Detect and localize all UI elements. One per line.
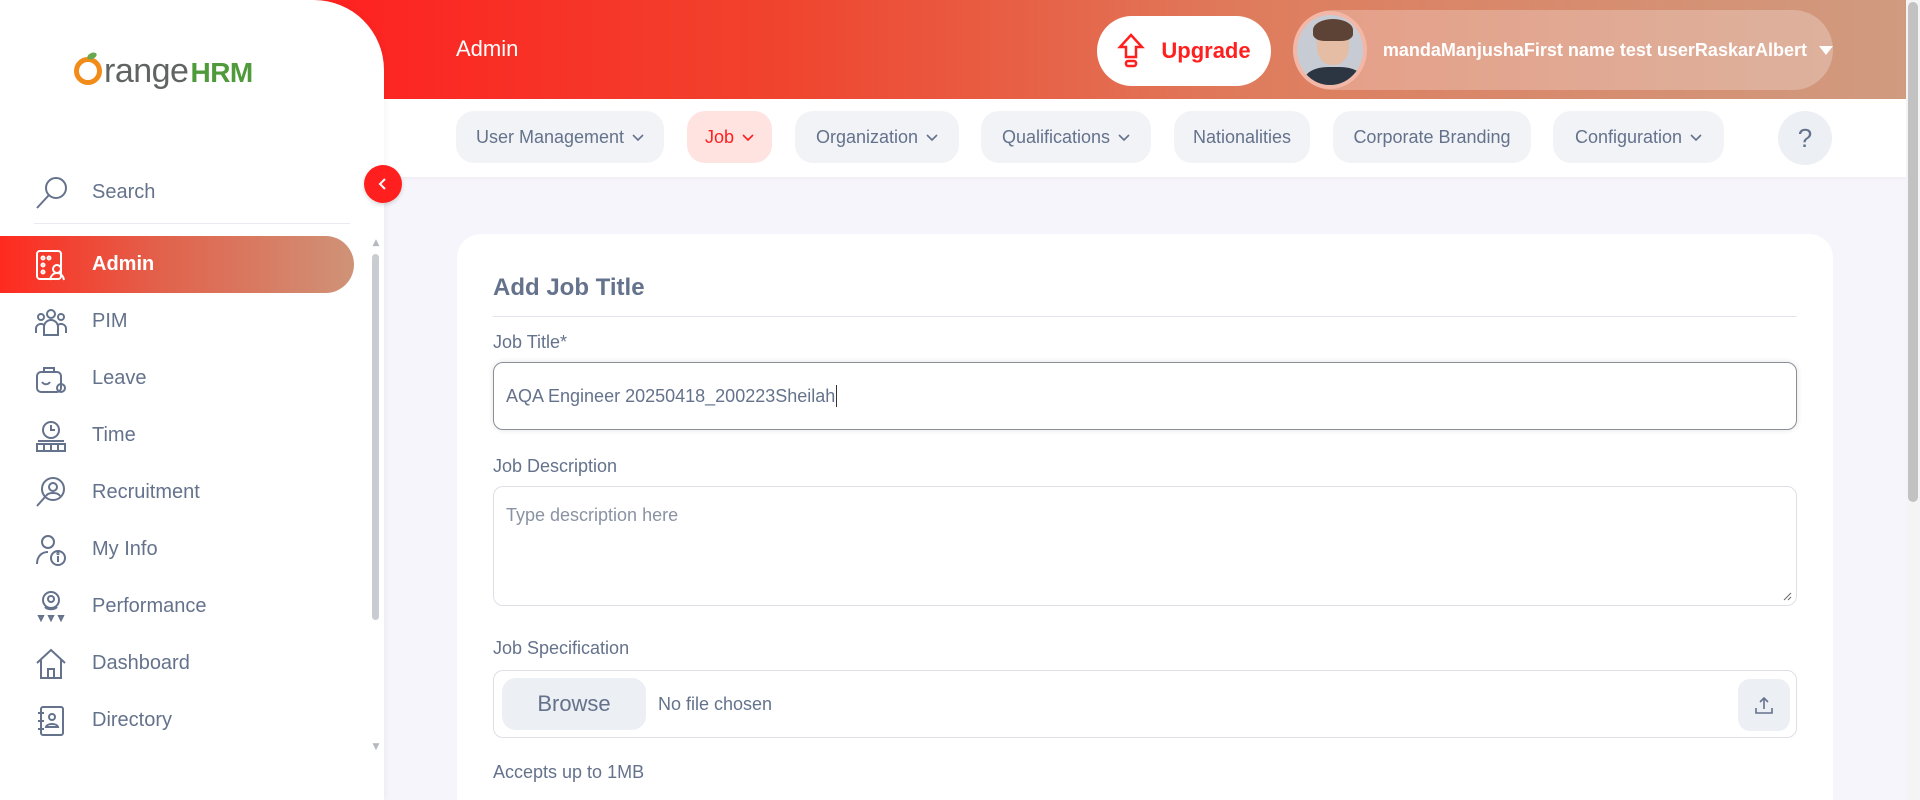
- upgrade-arrow-icon: [1117, 33, 1146, 68]
- sidebar-scrollbar[interactable]: [372, 254, 379, 620]
- tab-nationalities[interactable]: Nationalities: [1174, 111, 1310, 163]
- resize-grip-icon[interactable]: [1782, 591, 1792, 601]
- tab-label: Corporate Branding: [1353, 126, 1511, 147]
- tab-label: Job: [704, 126, 735, 147]
- chevron-down-icon: [742, 134, 754, 142]
- orange-logo-icon: [74, 56, 102, 85]
- sidebar-item-label: My Info: [92, 538, 158, 560]
- sidebar-item-label: Time: [92, 424, 136, 446]
- job-title-value: AQA Engineer 20250418_200223Sheilah: [506, 385, 836, 406]
- time-icon: [36, 420, 66, 452]
- performance-icon: [37, 590, 65, 622]
- directory-icon: [38, 705, 64, 736]
- sidebar: range HRM Search Admin PIM Leave Time Re…: [0, 0, 384, 800]
- no-file-label: No file chosen: [658, 693, 773, 714]
- main-menu: Admin PIM Leave Time Recruitment My Info…: [0, 236, 370, 749]
- page-scrollbar[interactable]: [1908, 2, 1918, 502]
- sidebar-item-time[interactable]: Time: [0, 407, 370, 464]
- sidebar-item-pim[interactable]: PIM: [0, 293, 370, 350]
- sidebar-collapse-button[interactable]: [364, 165, 402, 203]
- sidebar-item-label: Dashboard: [92, 652, 190, 674]
- sidebar-item-recruitment[interactable]: Recruitment: [0, 464, 370, 521]
- caret-down-icon: [1819, 45, 1833, 55]
- pim-icon: [35, 308, 67, 336]
- sidebar-scroll-up-icon[interactable]: ▲: [371, 238, 381, 248]
- logo-text-hrm: HRM: [190, 56, 253, 88]
- tab-organization[interactable]: Organization: [795, 111, 959, 163]
- sidebar-item-label: Leave: [92, 367, 147, 389]
- my-info-icon: [36, 534, 66, 566]
- sidebar-scroll-down-icon[interactable]: ▼: [371, 742, 381, 752]
- admin-icon: [36, 249, 65, 280]
- sidebar-item-label: Directory: [92, 709, 173, 731]
- sidebar-item-dashboard[interactable]: Dashboard: [0, 635, 370, 692]
- orangehrm-logo[interactable]: range HRM: [74, 46, 253, 96]
- sidebar-item-directory[interactable]: Directory: [0, 692, 370, 749]
- search-icon: [36, 176, 67, 209]
- tab-corporate-branding[interactable]: Corporate Branding: [1333, 111, 1531, 163]
- job-description-textarea[interactable]: Type description here: [493, 486, 1797, 606]
- job-specification-label: Job Specification: [493, 638, 630, 658]
- tab-qualifications[interactable]: Qualifications: [981, 111, 1151, 163]
- recruitment-icon: [36, 476, 65, 507]
- divider: [493, 316, 1797, 317]
- job-title-label: Job Title*: [493, 332, 568, 352]
- chevron-down-icon: [1118, 134, 1130, 142]
- admin-subnav: User Management Job Organization Qualifi…: [300, 99, 1906, 177]
- upload-icon: [1755, 696, 1773, 714]
- text-cursor: [836, 385, 838, 407]
- browse-button[interactable]: Browse: [502, 678, 646, 730]
- chevron-down-icon: [1690, 134, 1702, 142]
- upgrade-button[interactable]: Upgrade: [1097, 16, 1271, 86]
- add-job-title-card: Add Job Title Job Title* AQA Engineer 20…: [457, 234, 1833, 800]
- tab-label: Organization: [815, 126, 919, 147]
- tab-job[interactable]: Job: [687, 111, 772, 163]
- sidebar-item-my-info[interactable]: My Info: [0, 521, 370, 578]
- search-label: Search: [92, 181, 156, 203]
- chevron-down-icon: [926, 134, 938, 142]
- form-title: Add Job Title: [493, 274, 645, 301]
- logo-text: range: [104, 51, 189, 90]
- tab-user-management[interactable]: User Management: [456, 111, 664, 163]
- job-title-input[interactable]: AQA Engineer 20250418_200223Sheilah: [493, 362, 1797, 430]
- help-button[interactable]: ?: [1778, 111, 1832, 165]
- tab-label: Qualifications: [1001, 126, 1111, 147]
- upload-button[interactable]: [1738, 679, 1790, 731]
- sidebar-item-performance[interactable]: Performance: [0, 578, 370, 635]
- job-description-placeholder: Type description here: [506, 505, 679, 525]
- job-specification-file-input[interactable]: Browse No file chosen: [493, 670, 1797, 738]
- sidebar-item-leave[interactable]: Leave: [0, 350, 370, 407]
- user-name: mandaManjushaFirst name test userRaskarA…: [1382, 39, 1807, 60]
- browse-label: Browse: [537, 691, 611, 716]
- sidebar-item-label: Admin: [92, 253, 155, 275]
- sidebar-item-label: PIM: [92, 310, 128, 332]
- tab-label: Configuration: [1574, 126, 1683, 147]
- user-dropdown[interactable]: mandaManjushaFirst name test userRaskarA…: [1293, 10, 1833, 90]
- tab-configuration[interactable]: Configuration: [1553, 111, 1724, 163]
- tab-label: Nationalities: [1192, 126, 1292, 147]
- file-size-hint: Accepts up to 1MB: [493, 762, 645, 782]
- dashboard-icon: [36, 648, 66, 679]
- avatar: [1293, 11, 1367, 89]
- page-title: Admin: [456, 36, 519, 61]
- sidebar-search[interactable]: Search: [34, 162, 350, 224]
- tab-label: User Management: [475, 126, 625, 147]
- sidebar-item-label: Recruitment: [92, 481, 200, 503]
- leave-icon: [36, 366, 66, 393]
- sidebar-item-admin[interactable]: Admin: [0, 236, 354, 293]
- sidebar-item-label: Performance: [92, 595, 207, 617]
- chevron-down-icon: [632, 134, 644, 142]
- job-description-label: Job Description: [493, 456, 618, 476]
- help-icon: ?: [1797, 122, 1813, 153]
- chevron-left-icon: [378, 178, 386, 190]
- upgrade-label: Upgrade: [1161, 38, 1251, 63]
- top-header: Admin Upgrade mandaManjushaFirst name te…: [300, 0, 1906, 99]
